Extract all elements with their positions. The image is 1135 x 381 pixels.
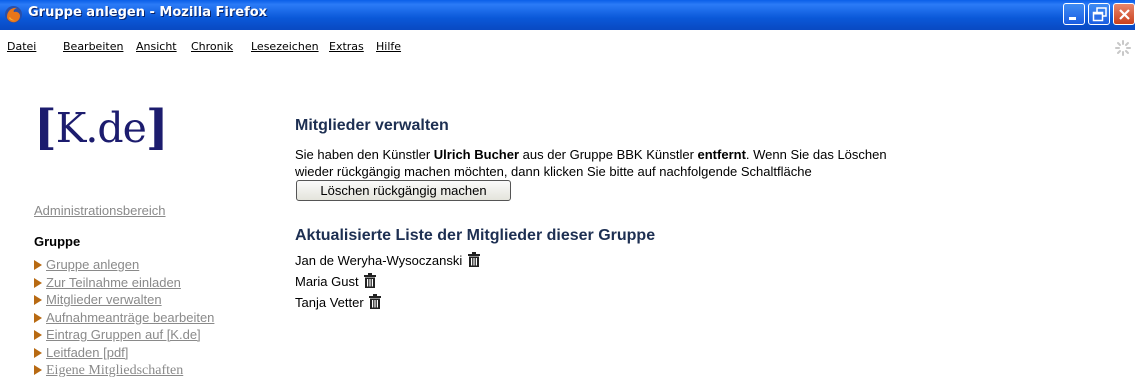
arrow-icon	[34, 260, 42, 270]
menu-ansicht[interactable]: Ansicht	[136, 40, 177, 53]
member-name: Jan de Weryha-Wysoczanski	[295, 253, 463, 268]
member-name: Maria Gust	[295, 274, 359, 289]
menu-label: Chronik	[191, 40, 234, 53]
arrow-icon	[34, 365, 42, 375]
menu-label: Ansicht	[136, 40, 177, 53]
list-item: Jan de Weryha-Wysoczanski	[295, 251, 480, 272]
menu-label: Hilfe	[376, 40, 402, 53]
trash-icon[interactable]	[369, 294, 382, 309]
menu-hilfe[interactable]: Hilfe	[376, 40, 401, 53]
sidebar-link[interactable]: Eigene Mitgliedschaften	[46, 363, 183, 378]
menu-label: Extras	[329, 40, 364, 53]
site-logo[interactable]: [K.de]	[34, 98, 169, 156]
sidebar-heading: Gruppe	[34, 234, 81, 249]
logo-bracket-close: ]	[145, 100, 169, 156]
trash-icon[interactable]	[467, 252, 480, 267]
menu-extras[interactable]: Extras	[329, 40, 364, 53]
menu-lesezeichen[interactable]: Lesezeichen	[251, 40, 319, 53]
menu-label: Datei	[7, 40, 37, 53]
sidebar-nav: Gruppe anlegen Zur Teilnahme einladen Mi…	[34, 255, 214, 378]
sidebar-link[interactable]: Mitglieder verwalten	[46, 292, 162, 307]
arrow-icon	[34, 330, 42, 340]
sidebar-item-mitglieder-verwalten: Mitglieder verwalten	[34, 290, 214, 308]
sidebar-item-gruppe-anlegen: Gruppe anlegen	[34, 255, 214, 273]
status-message: Sie haben den Künstler Ulrich Bucher aus…	[295, 146, 915, 180]
message-text: Sie haben den Künstler	[295, 147, 434, 162]
logo-bracket-open: [	[34, 100, 57, 156]
menu-chronik[interactable]: Chronik	[191, 40, 233, 53]
menu-bearbeiten[interactable]: Bearbeiten	[63, 40, 123, 53]
throbber-icon	[1115, 40, 1131, 56]
sidebar-link[interactable]: Eintrag Gruppen auf [K.de]	[46, 327, 201, 342]
sidebar-item-aufnahmeantraege: Aufnahmeanträge bearbeiten	[34, 308, 214, 326]
list-item: Maria Gust	[295, 272, 480, 293]
message-text: aus der Gruppe BBK Künstler	[519, 147, 698, 162]
restore-icon	[1092, 7, 1107, 22]
artist-name: Ulrich Bucher	[433, 147, 520, 162]
admin-area-link[interactable]: Administrationsbereich	[34, 203, 166, 218]
arrow-icon	[34, 277, 42, 288]
window-title: Gruppe anlegen - Mozilla Firefox	[28, 5, 268, 20]
menu-label: Bearbeiten	[63, 40, 124, 53]
sidebar-link[interactable]: Gruppe anlegen	[46, 257, 139, 272]
sidebar-item-einladen: Zur Teilnahme einladen	[34, 273, 214, 291]
minimize-button[interactable]	[1063, 3, 1085, 25]
logo-text: K.de	[55, 104, 147, 152]
members-list: Jan de Weryha-Wysoczanski Maria Gust Tan…	[295, 251, 480, 314]
sidebar-item-leitfaden: Leitfaden [pdf]	[34, 343, 214, 361]
arrow-icon	[34, 347, 42, 358]
window-titlebar[interactable]: Gruppe anlegen - Mozilla Firefox	[0, 0, 1135, 30]
action-word: entfernt	[697, 147, 746, 162]
arrow-icon	[34, 312, 42, 323]
members-list-title: Aktualisierte Liste der Mitglieder diese…	[295, 227, 656, 244]
sidebar-item-eigene-mitgliedschaften: Eigene Mitgliedschaften	[34, 360, 214, 378]
undo-delete-button[interactable]: Löschen rückgängig machen	[296, 180, 511, 201]
menu-datei[interactable]: Datei	[7, 40, 36, 53]
close-button[interactable]	[1113, 3, 1135, 25]
menu-label: Lesezeichen	[251, 40, 319, 53]
sidebar-link[interactable]: Leitfaden [pdf]	[46, 345, 128, 360]
close-icon	[1119, 9, 1130, 20]
firefox-icon	[5, 6, 22, 23]
trash-icon[interactable]	[364, 273, 377, 288]
page-title: Mitglieder verwalten	[295, 117, 449, 134]
menu-bar: Datei Bearbeiten Ansicht Chronik Lesezei…	[0, 30, 1135, 64]
arrow-icon	[34, 295, 42, 305]
sidebar-link[interactable]: Zur Teilnahme einladen	[46, 275, 181, 290]
sidebar-link[interactable]: Aufnahmeanträge bearbeiten	[46, 310, 214, 325]
minimize-icon	[1069, 17, 1076, 20]
restore-button[interactable]	[1088, 3, 1110, 25]
sidebar-item-eintrag-gruppen: Eintrag Gruppen auf [K.de]	[34, 325, 214, 343]
list-item: Tanja Vetter	[295, 293, 480, 314]
member-name: Tanja Vetter	[295, 295, 364, 310]
